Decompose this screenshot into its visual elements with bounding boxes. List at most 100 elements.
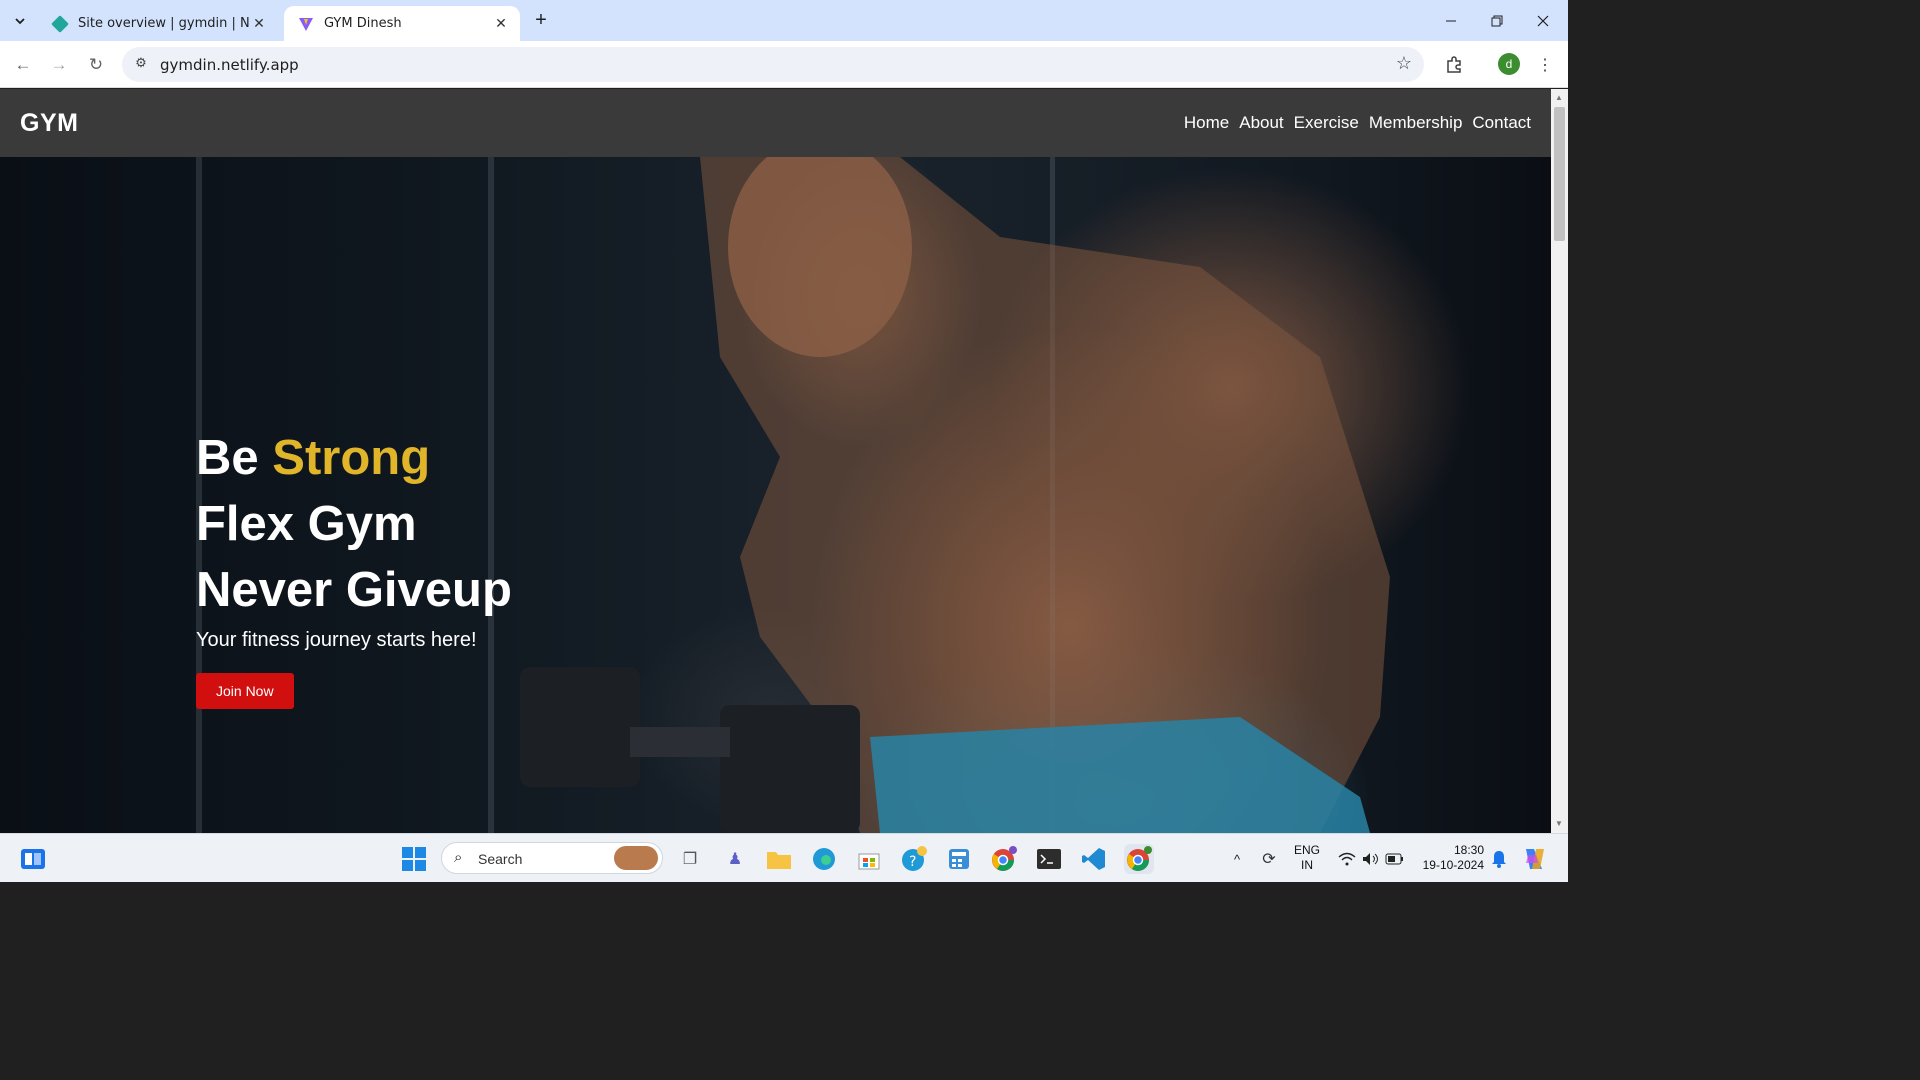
hero-section: Be Strong Flex Gym Never Giveup Your fit…: [0, 157, 1551, 833]
minimize-icon: [1446, 20, 1456, 21]
hero-text-block: Be Strong Flex Gym Never Giveup Your fit…: [196, 425, 512, 709]
forward-button[interactable]: →: [46, 52, 72, 78]
scroll-up-arrow-icon[interactable]: ▲: [1555, 93, 1563, 102]
bell-icon: [1492, 851, 1506, 868]
store-app[interactable]: [854, 844, 884, 874]
netlify-icon: [51, 14, 69, 33]
region-code: IN: [1301, 858, 1313, 872]
main-nav: Home About Exercise Membership Contact: [1184, 113, 1531, 133]
back-button[interactable]: ←: [10, 52, 36, 78]
join-now-button[interactable]: Join Now: [196, 673, 294, 709]
tab-search-button[interactable]: [6, 8, 34, 34]
page-scrollbar[interactable]: ▲ ▼: [1551, 89, 1568, 833]
widgets-icon: [21, 849, 45, 869]
calculator-app[interactable]: [944, 844, 974, 874]
copilot-icon: [1526, 849, 1544, 869]
site-info-icon[interactable]: ⚙: [132, 55, 150, 73]
start-button[interactable]: [399, 844, 429, 874]
search-icon: ⌕: [454, 849, 463, 866]
clock-time: 18:30: [1453, 843, 1484, 857]
show-hidden-icons-button[interactable]: ^: [1222, 844, 1252, 874]
help-icon: ?: [902, 846, 927, 871]
address-bar[interactable]: ⚙ gymdin.netlify.app ☆: [122, 47, 1424, 82]
tab-strip: Site overview | gymdin | Netlify ✕ GYM D…: [0, 0, 1568, 41]
bookmark-star-icon[interactable]: ☆: [1396, 53, 1412, 74]
taskbar: ⌕ Search ❐ ♟ ? ^ ⟳ ENG IN 18:30 19-10-20…: [0, 833, 1568, 882]
vite-icon: [299, 17, 313, 31]
restore-icon: [1491, 15, 1503, 26]
tips-app[interactable]: ?: [899, 844, 929, 874]
page-viewport: GYM Home About Exercise Membership Conta…: [0, 89, 1551, 833]
chrome-icon: [1127, 846, 1152, 871]
chrome-app-profile-1[interactable]: [989, 844, 1019, 874]
close-icon: [1537, 15, 1549, 26]
nav-contact[interactable]: Contact: [1472, 113, 1531, 133]
store-icon: [858, 853, 880, 870]
reload-icon: ↻: [88, 55, 104, 74]
tab-netlify[interactable]: Site overview | gymdin | Netlify ✕: [38, 6, 278, 41]
vscode-app[interactable]: [1079, 844, 1109, 874]
hero-heading-prefix: Be: [196, 431, 259, 485]
tab-gym-dinesh[interactable]: GYM Dinesh ✕: [284, 6, 520, 41]
svg-text:?: ?: [909, 854, 916, 870]
language-indicator[interactable]: ENG IN: [1291, 843, 1323, 873]
edge-app[interactable]: [809, 844, 839, 874]
nav-home[interactable]: Home: [1184, 113, 1229, 133]
browser-toolbar: ← → ↻ ⚙ gymdin.netlify.app ☆ ⋮: [0, 41, 1568, 88]
edge-icon: [813, 848, 835, 870]
arrow-left-icon: ←: [14, 55, 32, 74]
terminal-app[interactable]: [1034, 844, 1064, 874]
search-highlight-image: [614, 846, 658, 870]
taskbar-search-label: Search: [478, 851, 523, 867]
puzzle-icon: [1447, 56, 1461, 73]
battery-status[interactable]: [1380, 844, 1410, 874]
speaker-icon: [1363, 853, 1378, 865]
chevron-up-icon: ^: [1233, 851, 1241, 867]
file-explorer-app[interactable]: [764, 844, 794, 874]
battery-icon: [1385, 853, 1403, 865]
url-text: gymdin.netlify.app: [160, 56, 299, 74]
copilot-button[interactable]: [1520, 844, 1550, 874]
sync-status-button[interactable]: ⟳: [1254, 844, 1284, 874]
windows-logo-icon: [402, 847, 426, 871]
tab-title: Site overview | gymdin | Netlify: [78, 16, 250, 31]
nav-exercise[interactable]: Exercise: [1294, 113, 1359, 133]
profile-avatar[interactable]: d: [1498, 53, 1520, 75]
vscode-icon: [1082, 848, 1105, 870]
close-window-button[interactable]: [1520, 0, 1566, 41]
browser-menu-button[interactable]: ⋮: [1532, 52, 1558, 78]
extensions-button[interactable]: [1441, 52, 1467, 78]
new-tab-button[interactable]: +: [530, 9, 552, 31]
clock[interactable]: 18:30 19-10-2024: [1412, 843, 1484, 873]
task-view-button[interactable]: ❐: [675, 844, 705, 874]
taskbar-search[interactable]: ⌕ Search: [441, 842, 663, 874]
site-logo[interactable]: GYM: [20, 109, 78, 138]
hero-heading-line-3: Never Giveup: [196, 563, 512, 617]
nav-membership[interactable]: Membership: [1369, 113, 1463, 133]
minimize-button[interactable]: [1428, 0, 1474, 41]
tab-title: GYM Dinesh: [324, 16, 402, 31]
chrome-app-profile-2[interactable]: [1124, 844, 1154, 874]
hero-heading-line-2: Flex Gym: [196, 497, 417, 551]
scroll-down-arrow-icon[interactable]: ▼: [1555, 819, 1563, 828]
wifi-icon: [1338, 852, 1356, 866]
restore-button[interactable]: [1474, 0, 1520, 41]
widgets-button[interactable]: [18, 844, 48, 874]
teams-app[interactable]: ♟: [720, 844, 750, 874]
arrow-right-icon: →: [50, 55, 68, 74]
terminal-icon: [1037, 849, 1061, 869]
site-header: GYM Home About Exercise Membership Conta…: [0, 89, 1551, 157]
scrollbar-thumb[interactable]: [1554, 107, 1565, 241]
close-tab-icon[interactable]: ✕: [492, 16, 510, 32]
folder-icon: [767, 852, 791, 869]
close-tab-icon[interactable]: ✕: [250, 16, 268, 32]
sync-icon: ⟳: [1262, 851, 1276, 868]
chrome-icon: [992, 846, 1017, 871]
reload-button[interactable]: ↻: [83, 52, 109, 78]
notifications-button[interactable]: [1484, 844, 1514, 874]
chevron-down-icon: [15, 18, 25, 25]
nav-about[interactable]: About: [1239, 113, 1283, 133]
language-code: ENG: [1293, 843, 1320, 857]
calculator-icon: [949, 849, 969, 869]
hero-tagline: Your fitness journey starts here!: [196, 629, 477, 651]
